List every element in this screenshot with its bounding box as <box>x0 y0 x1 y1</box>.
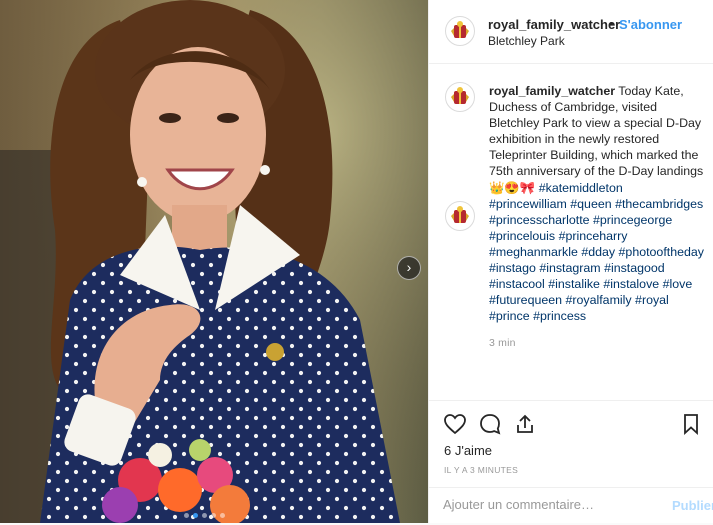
hashtag-link[interactable]: #instago <box>489 261 536 275</box>
bookmark-icon[interactable] <box>679 412 703 441</box>
royal-crest-icon <box>451 206 469 223</box>
caption-time: 3 min <box>489 337 516 349</box>
carousel-dots <box>184 513 225 518</box>
heart-icon[interactable] <box>443 412 467 441</box>
hashtag-link[interactable]: #instalike <box>548 277 600 291</box>
post-caption: royal_family_watcher Today Kate, Duchess… <box>489 83 704 324</box>
royal-crest-icon <box>451 21 469 38</box>
hashtag-link[interactable]: #dday <box>581 245 615 259</box>
comment-icon[interactable] <box>478 412 502 441</box>
follow-button[interactable]: S'abonner <box>619 17 682 32</box>
caption-username[interactable]: royal_family_watcher <box>489 84 615 98</box>
hashtag-link[interactable]: #royalfamily <box>565 293 631 307</box>
hashtag-list: #katemiddleton #princewilliam #queen #th… <box>489 181 704 324</box>
comment-form: Publier <box>429 487 713 525</box>
avatar[interactable] <box>445 16 475 46</box>
caption-text: Today Kate, Duchess of Cambridge, visite… <box>489 84 704 195</box>
carousel-dot-active <box>193 513 198 518</box>
hashtag-link[interactable]: #princegeorge <box>593 213 672 227</box>
action-bar: 6 J'aime IL Y A 3 MINUTES Publier <box>429 400 713 524</box>
caption-avatar[interactable] <box>445 82 475 112</box>
share-icon[interactable] <box>513 412 537 441</box>
hashtag-link[interactable]: #instagram <box>539 261 600 275</box>
hashtag-link[interactable]: #prince <box>489 309 530 323</box>
carousel-dot <box>211 513 216 518</box>
comment-avatar[interactable] <box>445 201 475 231</box>
likes-count[interactable]: 6 J'aime <box>444 443 492 458</box>
hashtag-link[interactable]: #princess <box>533 309 586 323</box>
separator-dot: • <box>609 16 614 31</box>
carousel-dot <box>202 513 207 518</box>
post-photo[interactable]: › <box>0 0 428 523</box>
royal-crest-icon <box>451 87 469 104</box>
hashtag-link[interactable]: #katemiddleton <box>539 181 623 195</box>
post-sidebar: royal_family_watcher • S'abonner Bletchl… <box>428 0 713 523</box>
post-header: royal_family_watcher • S'abonner Bletchl… <box>429 0 713 64</box>
hashtag-link[interactable]: #queen <box>570 197 611 211</box>
hashtag-link[interactable]: #royal <box>635 293 669 307</box>
post-username[interactable]: royal_family_watcher <box>488 17 620 32</box>
hashtag-link[interactable]: #photooftheday <box>619 245 704 259</box>
publish-button[interactable]: Publier <box>672 498 713 513</box>
carousel-dot <box>220 513 225 518</box>
hashtag-link[interactable]: #love <box>663 277 693 291</box>
hashtag-link[interactable]: #princelouis <box>489 229 555 243</box>
hashtag-link[interactable]: #thecambridges <box>615 197 703 211</box>
hashtag-link[interactable]: #meghanmarkle <box>489 245 578 259</box>
hashtag-link[interactable]: #instalove <box>603 277 659 291</box>
post-location[interactable]: Bletchley Park <box>488 34 565 48</box>
hashtag-link[interactable]: #instagood <box>604 261 665 275</box>
carousel-dot <box>184 513 189 518</box>
hashtag-link[interactable]: #instacool <box>489 277 545 291</box>
carousel-next-button[interactable]: › <box>397 256 421 280</box>
comment-input[interactable] <box>443 497 643 512</box>
post-timestamp: IL Y A 3 MINUTES <box>444 465 519 475</box>
hashtag-link[interactable]: #princewilliam <box>489 197 567 211</box>
hashtag-link[interactable]: #princeharry <box>559 229 628 243</box>
hashtag-link[interactable]: #princesscharlotte <box>489 213 590 227</box>
photo-illustration <box>0 0 428 523</box>
hashtag-link[interactable]: #futurequeen <box>489 293 562 307</box>
